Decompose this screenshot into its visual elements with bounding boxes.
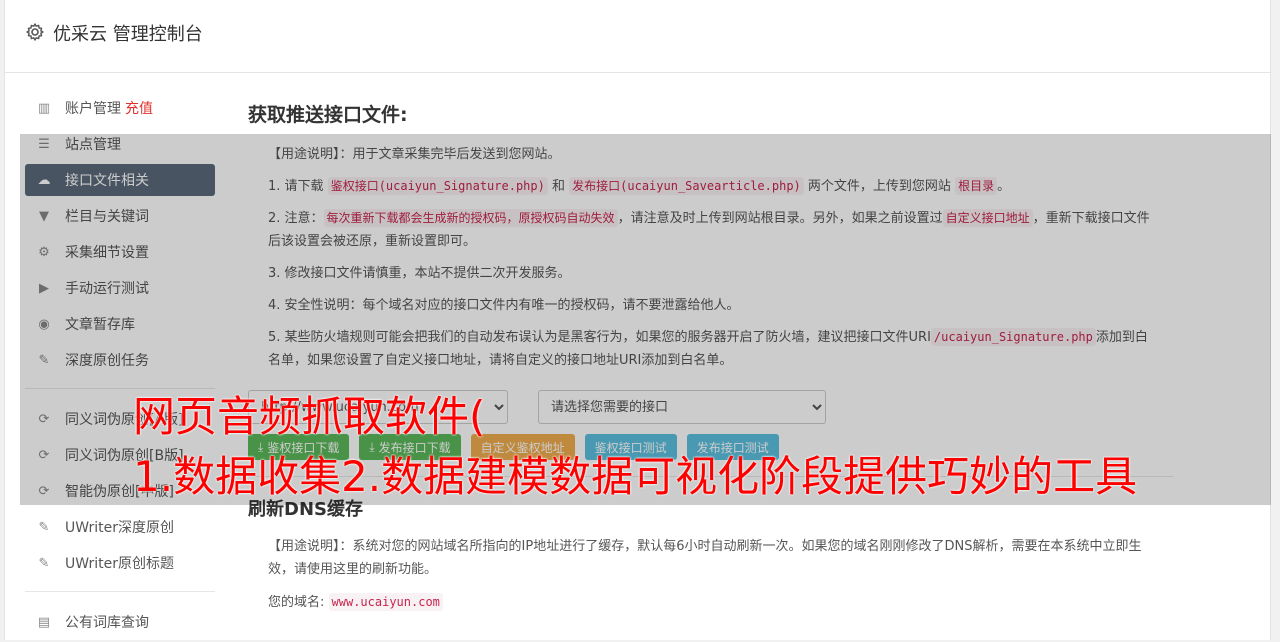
sidebar-item-public-thesaurus[interactable]: ▤ 公有词库查询 — [25, 606, 215, 638]
dns-usage-note: 【用途说明】：系统对您的网站域名所指向的IP地址进行了缓存，默认每6小时自动刷新… — [248, 535, 1148, 581]
sidebar-item-label: UWriter原创标题 — [65, 556, 174, 572]
page-title: 优采云 管理控制台 — [53, 24, 203, 45]
sidebar-item-uwriter-deep[interactable]: ✎ UWriter深度原创 — [25, 511, 215, 543]
header: 优采云 管理控制台 — [5, 0, 1270, 73]
dim-overlay — [20, 134, 1271, 505]
edit-icon: ✎ — [38, 519, 50, 535]
sidebar-item-label: 账户管理 — [65, 101, 121, 117]
sidebar-item-uwriter-title[interactable]: ✎ UWriter原创标题 — [25, 547, 215, 579]
sidebar-item-account[interactable]: ▥ 账户管理 充值 — [25, 92, 215, 124]
usage-label: 【用途说明】 — [268, 539, 340, 554]
domain-line: 您的域名: www.ucaiyun.com — [248, 591, 1148, 614]
domain-label: 您的域名: — [268, 595, 325, 610]
domain-value: www.ucaiyun.com — [328, 593, 443, 611]
book-icon: ▤ — [37, 614, 51, 630]
bar-chart-icon: ▥ — [37, 100, 51, 116]
section-title: 获取推送接口文件: — [248, 104, 408, 126]
sidebar-divider — [25, 591, 215, 592]
sidebar-item-label: UWriter深度原创 — [65, 520, 174, 536]
console-panel: 优采云 管理控制台 ▥ 账户管理 充值 ☰ 站点管理 ☁ 接口文件相关 ▼ 栏目… — [4, 0, 1271, 640]
watermark-line-2: 1.数据收集2.数据建模数据可视化阶段提供巧妙的工具 — [133, 452, 1138, 501]
usage-text: ：系统对您的网站域名所指向的IP地址进行了缓存，默认每6小时自动刷新一次。如果您… — [268, 539, 1142, 577]
recharge-link[interactable]: 充值 — [125, 98, 153, 118]
watermark-line-1: 网页音频抓取软件( — [133, 392, 486, 441]
sidebar-item-label: 公有词库查询 — [65, 615, 149, 631]
gear-icon — [26, 23, 44, 41]
edit-icon: ✎ — [38, 555, 50, 571]
